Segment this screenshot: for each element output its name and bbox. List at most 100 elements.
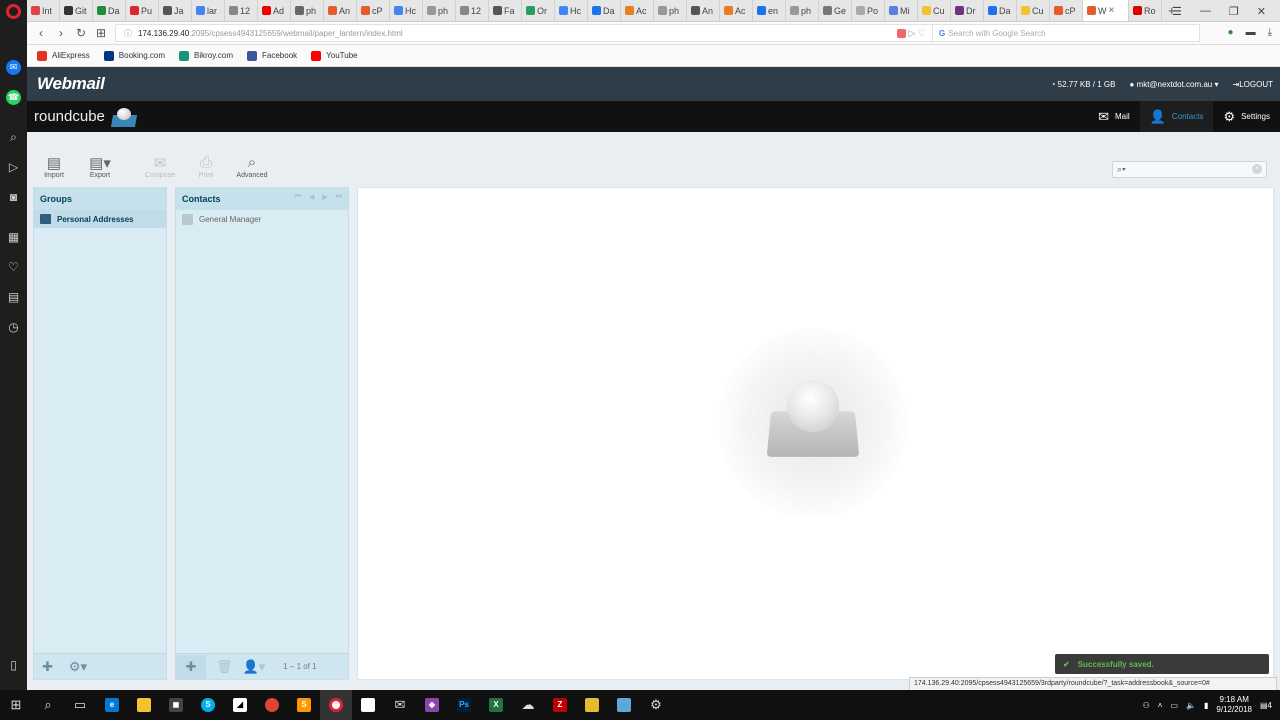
- tab[interactable]: Cu: [918, 0, 951, 21]
- tab[interactable]: Fa: [489, 0, 522, 21]
- folder-icon[interactable]: [576, 690, 608, 720]
- adblock-icon[interactable]: [896, 29, 906, 39]
- document-app-icon[interactable]: [608, 690, 640, 720]
- user-menu[interactable]: ● mkt@nextdot.com.au ▾: [1129, 80, 1218, 89]
- opera-logo-icon[interactable]: [6, 4, 21, 19]
- add-group-icon[interactable]: ✚: [42, 659, 53, 675]
- opera-taskbar-icon[interactable]: [320, 690, 352, 720]
- site-info-icon[interactable]: ⓘ: [124, 28, 132, 39]
- last-page-icon[interactable]: ⏭: [336, 193, 342, 201]
- bookmark-item[interactable]: Bikroy.com: [179, 50, 233, 61]
- tab[interactable]: ph: [423, 0, 456, 21]
- speed-dial-icon[interactable]: ▦: [6, 230, 21, 245]
- group-options-gear-icon[interactable]: ⚙▾: [69, 659, 87, 675]
- speed-dial-grid-icon[interactable]: ⊞: [91, 26, 111, 40]
- tab[interactable]: An: [324, 0, 357, 21]
- chrome-icon[interactable]: [256, 690, 288, 720]
- tab[interactable]: 12: [456, 0, 489, 21]
- mail-icon[interactable]: ✉: [384, 690, 416, 720]
- tab[interactable]: Ad: [258, 0, 291, 21]
- tab[interactable]: Da: [984, 0, 1017, 21]
- contact-row[interactable]: General Manager: [176, 210, 348, 228]
- tab[interactable]: Hc: [390, 0, 423, 21]
- tab[interactable]: Or: [522, 0, 555, 21]
- back-icon[interactable]: ‹: [31, 26, 51, 40]
- heart-icon[interactable]: ♡: [6, 260, 21, 275]
- restore-icon[interactable]: ❐: [1229, 5, 1239, 18]
- nav-settings[interactable]: ⚙ Settings: [1213, 101, 1280, 132]
- roundcube-logo[interactable]: roundcube: [34, 106, 139, 128]
- bookmark-item[interactable]: Facebook: [247, 50, 297, 61]
- google-search-field[interactable]: G Search with Google Search: [932, 24, 1200, 42]
- tab[interactable]: Hc: [555, 0, 588, 21]
- prev-page-icon[interactable]: ◀: [309, 193, 314, 201]
- tab[interactable]: cP: [1050, 0, 1083, 21]
- minimize-icon[interactable]: —: [1200, 5, 1211, 17]
- start-icon[interactable]: ⊞: [0, 690, 32, 720]
- network-app-icon[interactable]: ☁: [512, 690, 544, 720]
- photoshop-icon[interactable]: Ps: [448, 690, 480, 720]
- bookmark-item[interactable]: AliExpress: [37, 50, 90, 61]
- tab[interactable]: Git: [60, 0, 93, 21]
- first-page-icon[interactable]: ⏮: [295, 193, 301, 201]
- bookmark-item[interactable]: Booking.com: [103, 50, 165, 61]
- news-icon[interactable]: ▤: [6, 290, 21, 305]
- camera-icon[interactable]: ◙: [6, 190, 21, 205]
- tab[interactable]: Da: [588, 0, 621, 21]
- edge-icon[interactable]: e: [96, 690, 128, 720]
- quick-search-input[interactable]: ⌕▾ ×: [1112, 161, 1267, 178]
- tab-last[interactable]: Ro: [1129, 0, 1162, 21]
- file-explorer-icon[interactable]: [128, 690, 160, 720]
- tab[interactable]: Cu: [1017, 0, 1050, 21]
- pin-app-icon[interactable]: ◆: [416, 690, 448, 720]
- tab[interactable]: Ja: [159, 0, 192, 21]
- delete-contact-icon[interactable]: 🗑: [216, 659, 233, 675]
- network-icon[interactable]: ▭: [1170, 701, 1178, 710]
- tab-menu-icon[interactable]: ☰: [1172, 5, 1182, 18]
- close-tab-icon[interactable]: ×: [1109, 5, 1115, 16]
- sidebar-toggle-icon[interactable]: ▯: [6, 658, 21, 673]
- compose-button[interactable]: ✉ Compose: [141, 154, 179, 179]
- battery-icon[interactable]: ▮: [1204, 701, 1208, 710]
- add-contact-button[interactable]: ✚: [176, 654, 206, 679]
- advanced-search-button[interactable]: ⌕ Advanced: [233, 154, 271, 179]
- bookmark-item[interactable]: YouTube: [311, 50, 358, 61]
- tab[interactable]: An: [687, 0, 720, 21]
- app-icon[interactable]: ◢: [224, 690, 256, 720]
- tab[interactable]: Da: [93, 0, 126, 21]
- skype-icon[interactable]: S: [192, 690, 224, 720]
- notepad-icon[interactable]: [352, 690, 384, 720]
- tab[interactable]: Po: [852, 0, 885, 21]
- nav-mail[interactable]: ✉ Mail: [1088, 101, 1140, 132]
- action-center-icon[interactable]: ▤4: [1260, 701, 1272, 710]
- bookmark-heart-icon[interactable]: ♡: [918, 28, 926, 38]
- nav-contacts[interactable]: 👤 Contacts: [1139, 101, 1214, 132]
- tab[interactable]: Pu: [126, 0, 159, 21]
- forward-icon[interactable]: ›: [51, 26, 71, 40]
- messenger-icon[interactable]: ✉: [6, 60, 21, 75]
- print-button[interactable]: ⎙ Print: [187, 154, 225, 179]
- quota-indicator[interactable]: ◔ 52.77 KB / 1 GB: [1051, 80, 1116, 89]
- url-field[interactable]: ⓘ 174.136.29.40 :2095/cpsess4943125659/w…: [115, 24, 933, 42]
- filezilla-icon[interactable]: Z: [544, 690, 576, 720]
- tab[interactable]: lar: [192, 0, 225, 21]
- tab[interactable]: Mi: [885, 0, 918, 21]
- export-button[interactable]: ▤▾ Export: [81, 154, 119, 179]
- search-options-icon[interactable]: ⌕▾: [1117, 164, 1126, 174]
- tab[interactable]: Ge: [819, 0, 852, 21]
- send-to-flow-icon[interactable]: ▷: [908, 28, 915, 38]
- download-icon[interactable]: ⤓: [1268, 27, 1272, 38]
- tab[interactable]: en: [753, 0, 786, 21]
- success-toast[interactable]: ✔ Successfully saved.: [1055, 654, 1269, 674]
- contact-options-icon[interactable]: 👤▾: [243, 659, 266, 675]
- search-taskbar-icon[interactable]: ⌕: [32, 690, 64, 720]
- clock[interactable]: 9:18 AM 9/12/2018: [1216, 695, 1252, 715]
- excel-icon[interactable]: X: [480, 690, 512, 720]
- easy-setup-icon[interactable]: ▬: [1246, 27, 1256, 38]
- tab[interactable]: ph: [786, 0, 819, 21]
- search-icon[interactable]: ⌕: [6, 130, 21, 145]
- logout-button[interactable]: ⇥LOGOUT: [1233, 80, 1273, 89]
- tab[interactable]: cP: [357, 0, 390, 21]
- tray-chevron-icon[interactable]: ˄: [1158, 701, 1163, 710]
- people-icon[interactable]: ⚇: [1143, 701, 1150, 710]
